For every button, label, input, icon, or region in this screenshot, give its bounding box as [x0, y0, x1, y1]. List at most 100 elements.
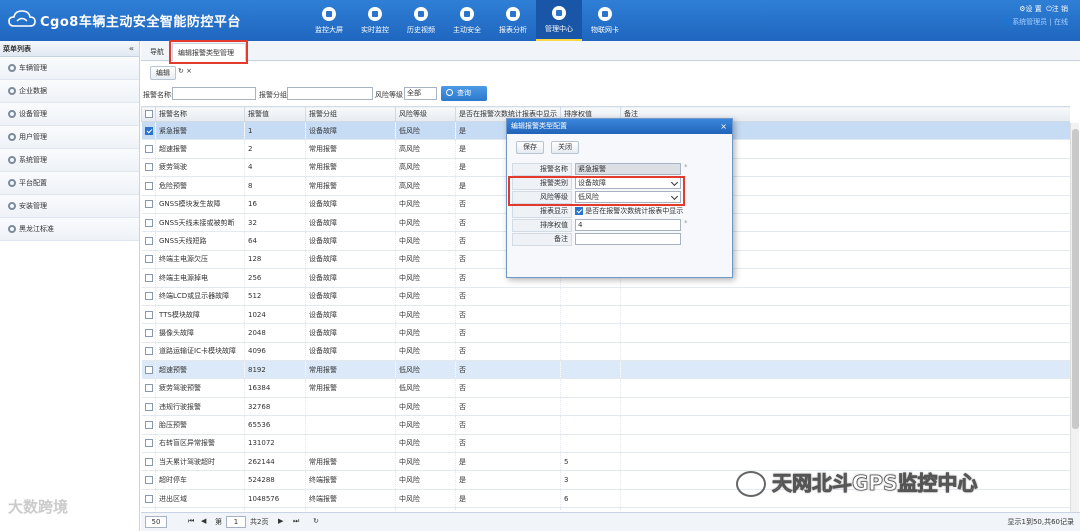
- tab-navigation[interactable]: 导航: [145, 43, 169, 61]
- sidebar-item-enterprise[interactable]: 企业数据: [0, 80, 139, 103]
- table-row[interactable]: 违规行驶报警 32768 中风险否: [141, 397, 1070, 417]
- row-select-cell[interactable]: [141, 323, 156, 343]
- vertical-scrollbar[interactable]: [1070, 123, 1079, 513]
- search-button[interactable]: 查询: [441, 86, 487, 101]
- row-checkbox[interactable]: [144, 310, 153, 319]
- row-select-cell[interactable]: [141, 397, 156, 417]
- scrollbar-thumb[interactable]: [1072, 129, 1079, 429]
- sort-input[interactable]: 4: [575, 219, 681, 231]
- row-checkbox[interactable]: [144, 476, 153, 485]
- row-checkbox[interactable]: [144, 163, 153, 172]
- save-button[interactable]: 保存: [516, 141, 544, 154]
- nav-iot-card[interactable]: 物联网卡: [582, 0, 628, 41]
- row-select-cell[interactable]: [141, 342, 156, 362]
- close-button[interactable]: 关闭: [551, 141, 579, 154]
- alarm-name-input[interactable]: [172, 87, 256, 100]
- col-alarm-name[interactable]: 报警名称: [155, 106, 245, 122]
- row-select-cell[interactable]: [141, 195, 156, 214]
- settings-link[interactable]: 设 置: [1026, 5, 1042, 13]
- table-row[interactable]: 疲劳驾驶预警 16384 常用报警 低风险否: [141, 378, 1070, 398]
- logout-link[interactable]: 注 销: [1052, 5, 1068, 13]
- page-size-select[interactable]: 50: [145, 516, 167, 528]
- prev-page-icon[interactable]: ◀: [201, 517, 206, 525]
- table-row[interactable]: 胎压预警 65536 中风险否: [141, 415, 1070, 435]
- row-checkbox[interactable]: [144, 237, 153, 246]
- row-checkbox[interactable]: [144, 126, 153, 135]
- row-select-cell[interactable]: [141, 305, 156, 325]
- row-checkbox[interactable]: [144, 439, 153, 448]
- select-all-cell[interactable]: [141, 106, 156, 122]
- nav-history-video[interactable]: 历史视频: [398, 0, 444, 41]
- nav-label: 监控大屏: [315, 25, 343, 34]
- edit-button[interactable]: 编辑: [150, 66, 176, 80]
- first-page-icon[interactable]: ⏮: [188, 517, 194, 526]
- row-checkbox[interactable]: [144, 145, 153, 154]
- next-page-icon[interactable]: ▶: [278, 517, 283, 525]
- row-checkbox[interactable]: [144, 347, 153, 356]
- col-alarm-group[interactable]: 报警分组: [305, 106, 396, 122]
- table-row[interactable]: TTS模块故障 1024 设备故障 中风险否: [141, 305, 1070, 325]
- row-checkbox[interactable]: [144, 200, 153, 209]
- nav-management-center[interactable]: 管理中心: [536, 0, 582, 41]
- sidebar-item-vehicle[interactable]: 车辆管理: [0, 57, 139, 80]
- sidebar-item-system[interactable]: 系统管理: [0, 149, 139, 172]
- row-select-cell[interactable]: [141, 470, 156, 490]
- row-checkbox[interactable]: [144, 384, 153, 393]
- row-checkbox[interactable]: [144, 181, 153, 190]
- nav-active-safety[interactable]: 主动安全: [444, 0, 490, 41]
- row-select-cell[interactable]: [141, 231, 156, 251]
- nav-realtime-monitor[interactable]: 实时监控: [352, 0, 398, 41]
- row-select-cell[interactable]: [141, 452, 156, 472]
- row-select-cell[interactable]: [141, 360, 156, 380]
- col-alarm-value[interactable]: 报警值: [244, 106, 306, 122]
- table-row[interactable]: 摄像头故障 2048 设备故障 中风险否: [141, 323, 1070, 343]
- close-icon[interactable]: ×: [720, 119, 727, 134]
- sidebar-item-device[interactable]: 设备管理: [0, 103, 139, 126]
- row-checkbox[interactable]: [144, 420, 153, 429]
- row-select-cell[interactable]: [141, 489, 156, 509]
- sidebar-item-install[interactable]: 安装管理: [0, 195, 139, 218]
- row-select-cell[interactable]: [141, 268, 156, 288]
- sidebar-item-user[interactable]: 用户管理: [0, 126, 139, 149]
- row-checkbox[interactable]: [144, 494, 153, 503]
- alarm-group-input[interactable]: [287, 87, 373, 100]
- row-checkbox[interactable]: [144, 328, 153, 337]
- row-select-cell[interactable]: [141, 287, 156, 306]
- risk-level-select[interactable]: 全部: [404, 87, 437, 100]
- row-select-cell[interactable]: [141, 434, 156, 454]
- page-number-input[interactable]: 1: [226, 516, 246, 528]
- refresh-icon[interactable]: ↻: [313, 517, 319, 525]
- row-select-cell[interactable]: [141, 213, 156, 233]
- collapse-icon[interactable]: «: [129, 41, 134, 57]
- sidebar-item-heilongjiang[interactable]: 黑龙江标准: [0, 218, 139, 241]
- col-risk-level[interactable]: 风险等级: [395, 106, 456, 122]
- row-select-cell[interactable]: [141, 415, 156, 435]
- note-input[interactable]: [575, 233, 681, 245]
- sidebar-item-platform[interactable]: 平台配置: [0, 172, 139, 195]
- table-row[interactable]: 右转盲区异常报警 131072 中风险否: [141, 434, 1070, 454]
- report-checkbox[interactable]: [575, 207, 583, 215]
- table-row[interactable]: 终端LCD或显示器故障 512 设备故障 中风险否: [141, 287, 1070, 306]
- row-checkbox[interactable]: [144, 273, 153, 282]
- nav-monitor-screen[interactable]: 监控大屏: [306, 0, 352, 41]
- row-checkbox[interactable]: [144, 292, 153, 301]
- row-select-cell[interactable]: [141, 250, 156, 270]
- nav-report-analysis[interactable]: 报表分析: [490, 0, 536, 41]
- row-select-cell[interactable]: [141, 121, 156, 141]
- row-select-cell[interactable]: [141, 176, 156, 196]
- last-page-icon[interactable]: ⏭: [293, 517, 299, 526]
- table-row[interactable]: 道路运输证IC卡模块故障 4096 设备故障 中风险否: [141, 342, 1070, 362]
- select-all-checkbox[interactable]: [145, 110, 153, 118]
- row-checkbox[interactable]: [144, 402, 153, 411]
- row-checkbox[interactable]: [144, 218, 153, 227]
- row-checkbox[interactable]: [144, 255, 153, 264]
- table-row[interactable]: 进出路线2097152终端报警中风险是: [141, 507, 1070, 510]
- row-select-cell[interactable]: [141, 158, 156, 178]
- row-select-cell[interactable]: [141, 139, 156, 159]
- row-select-cell[interactable]: [141, 378, 156, 398]
- table-row[interactable]: 超速预警 8192 常用报警 低风险否: [141, 360, 1070, 380]
- row-select-cell[interactable]: [141, 507, 156, 510]
- watermark-left: 大数跨境: [8, 498, 69, 516]
- row-checkbox[interactable]: [144, 457, 153, 466]
- row-checkbox[interactable]: [144, 365, 153, 374]
